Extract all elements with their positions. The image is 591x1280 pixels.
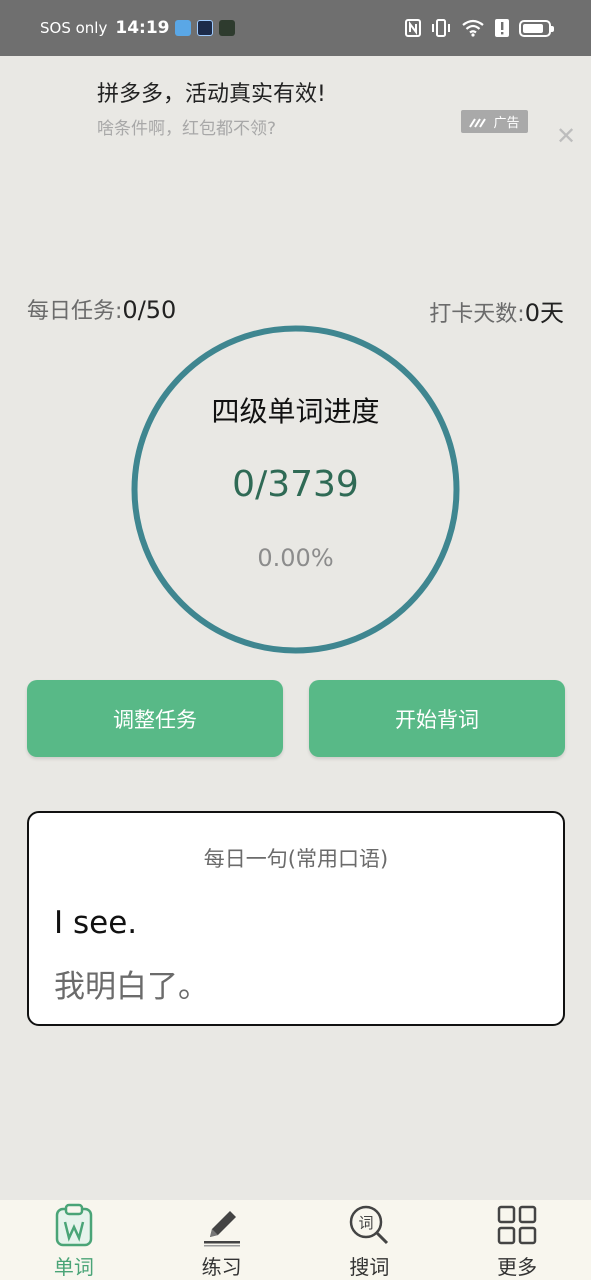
nav-label-more: 更多 bbox=[497, 1255, 538, 1279]
wifi-icon bbox=[462, 19, 484, 37]
nav-label-practice: 练习 bbox=[201, 1255, 242, 1279]
nav-label-words: 单词 bbox=[53, 1255, 94, 1279]
daily-task-value: 0/50 bbox=[122, 296, 177, 324]
battery-icon bbox=[519, 19, 554, 37]
checkin-days-value: 0天 bbox=[524, 299, 564, 327]
status-bar: SOS only 14:19 bbox=[0, 0, 591, 56]
ad-banner[interactable]: 拼多多，活动真实有效! 啥条件啊，红包都不领? 广告 ✕ bbox=[0, 56, 591, 156]
daily-sentence-header: 每日一句(常用口语) bbox=[203, 847, 389, 871]
weather-app-icon bbox=[175, 20, 192, 36]
progress-count: 0/3739 bbox=[232, 464, 359, 505]
nav-item-search[interactable]: 词 搜词 bbox=[296, 1200, 444, 1280]
vibrate-icon bbox=[432, 19, 450, 37]
clock: 14:19 bbox=[115, 18, 170, 38]
svg-text:词: 词 bbox=[359, 1214, 374, 1232]
daily-sentence-english: I see. bbox=[54, 905, 138, 941]
daily-task-stat: 每日任务: 0/50 bbox=[27, 293, 176, 325]
close-icon[interactable]: ✕ bbox=[556, 124, 576, 148]
daily-sentence-card[interactable]: 每日一句(常用口语) I see. 我明白了。 bbox=[27, 811, 565, 1026]
battery-fill bbox=[523, 23, 544, 33]
nav-item-words[interactable]: 单词 bbox=[0, 1200, 148, 1280]
carrier-text: SOS only bbox=[40, 19, 108, 37]
ad-title: 拼多多，活动真实有效! bbox=[97, 82, 326, 107]
bottom-nav: 单词 练习 词 搜词 更多 bbox=[0, 1200, 591, 1280]
nav-item-practice[interactable]: 练习 bbox=[148, 1200, 296, 1280]
ad-logo-icon bbox=[469, 117, 487, 128]
notification-app-icon bbox=[197, 20, 214, 36]
nav-item-more[interactable]: 更多 bbox=[443, 1200, 591, 1280]
alert-icon bbox=[495, 19, 509, 37]
word-book-icon bbox=[52, 1203, 96, 1247]
ad-badge-label: 广告 bbox=[493, 116, 520, 131]
status-left: SOS only 14:19 bbox=[40, 18, 236, 38]
checkin-days-stat: 打卡天数: 0天 bbox=[429, 293, 564, 328]
adjust-task-button[interactable]: 调整任务 bbox=[27, 680, 283, 757]
status-right bbox=[405, 19, 554, 37]
daily-sentence-chinese: 我明白了。 bbox=[54, 969, 209, 1005]
ad-badge: 广告 bbox=[461, 110, 528, 133]
avatar-app-icon bbox=[219, 20, 236, 36]
search-word-icon: 词 bbox=[347, 1203, 391, 1247]
nav-label-search: 搜词 bbox=[349, 1255, 390, 1279]
pencil-icon bbox=[200, 1203, 244, 1247]
start-learning-button[interactable]: 开始背词 bbox=[309, 680, 565, 757]
ad-subtitle: 啥条件啊，红包都不领? bbox=[97, 119, 277, 139]
grid-icon bbox=[495, 1203, 539, 1247]
checkin-days-label: 打卡天数: bbox=[429, 302, 525, 327]
progress-percent: 0.00% bbox=[257, 544, 334, 572]
daily-task-label: 每日任务: bbox=[27, 299, 123, 324]
progress-title: 四级单词进度 bbox=[211, 395, 380, 428]
nfc-icon bbox=[405, 19, 421, 37]
